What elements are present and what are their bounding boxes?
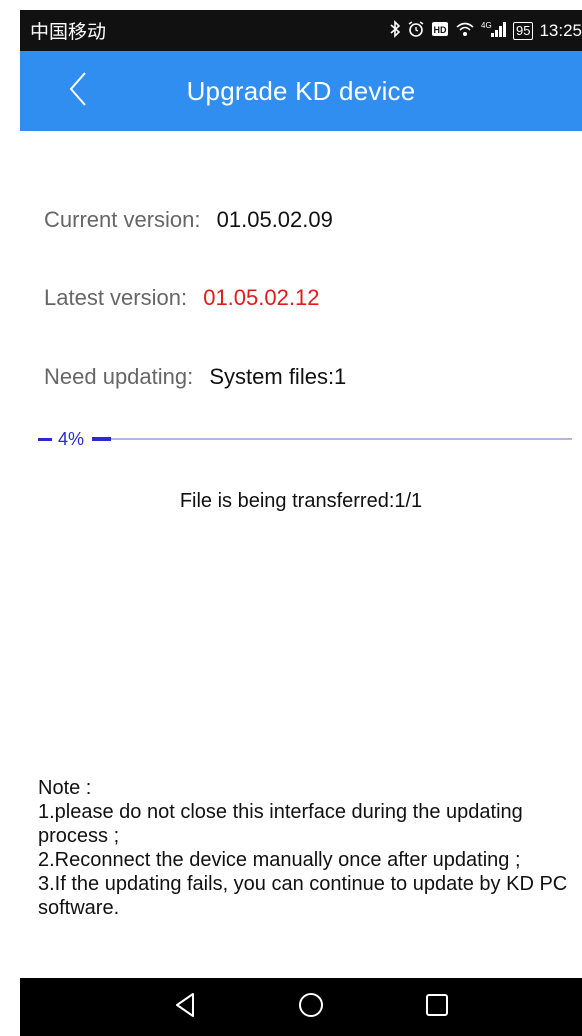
transfer-status: File is being transferred:1/1 — [179, 490, 423, 512]
latest-version-label: Latest version: — [44, 285, 188, 310]
nav-home-button[interactable] — [296, 992, 326, 1022]
nav-back-button[interactable] — [170, 992, 200, 1022]
alarm-icon — [407, 20, 425, 41]
nav-recents-button[interactable] — [422, 992, 452, 1022]
note-item: 1.please do not close this interface dur… — [38, 801, 523, 847]
note-item: 3.If the updating fails, you can continu… — [38, 873, 568, 919]
wifi-icon — [455, 21, 475, 40]
clock: 13:25 — [539, 20, 582, 40]
svg-text:HD: HD — [433, 25, 446, 35]
carrier-name: 中国移动 — [30, 22, 107, 43]
current-version-value: 01.05.02.09 — [216, 207, 333, 232]
note-section: Note : 1.please do not close this interf… — [38, 776, 578, 920]
triangle-back-icon — [174, 992, 196, 1023]
note-item: 2.Reconnect the device manually once aft… — [38, 849, 521, 871]
signal-icon: 4G — [481, 20, 507, 41]
latest-version-value: 01.05.02.12 — [203, 285, 320, 310]
latest-version-row: Latest version: 01.05.02.12 — [44, 285, 319, 311]
chevron-left-icon — [68, 71, 88, 112]
progress-fill — [92, 437, 112, 441]
battery-icon: 95 — [512, 21, 534, 40]
need-updating-value: System files:1 — [209, 364, 347, 389]
page-title: Upgrade KD device — [186, 75, 416, 106]
need-updating-label: Need updating: — [44, 364, 194, 389]
need-updating-row: Need updating: System files:1 — [44, 364, 346, 390]
hd-icon: HD — [431, 21, 449, 40]
bluetooth-icon — [389, 20, 401, 41]
network-type-label: 4G — [481, 21, 492, 30]
square-recents-icon — [425, 993, 449, 1022]
circle-home-icon — [298, 992, 324, 1023]
note-title: Note : — [38, 777, 92, 799]
progress-indicator — [38, 437, 52, 441]
progress-track — [92, 437, 572, 441]
current-version-row: Current version: 01.05.02.09 — [44, 207, 333, 233]
status-bar: 中国移动 HD 4G 95 13:25 — [20, 10, 582, 51]
back-button[interactable] — [60, 71, 96, 111]
current-version-label: Current version: — [44, 207, 201, 232]
app-bar: Upgrade KD device — [20, 51, 582, 131]
status-icons: HD 4G 95 13:25 — [389, 20, 582, 41]
system-nav-bar — [20, 978, 582, 1036]
upload-progress-bar: 4% — [38, 428, 572, 450]
progress-percent: 4% — [58, 428, 85, 449]
battery-level: 95 — [515, 22, 531, 38]
app-screen: 中国移动 HD 4G 95 13:25 Upgrade KD device Cu… — [0, 0, 582, 1036]
